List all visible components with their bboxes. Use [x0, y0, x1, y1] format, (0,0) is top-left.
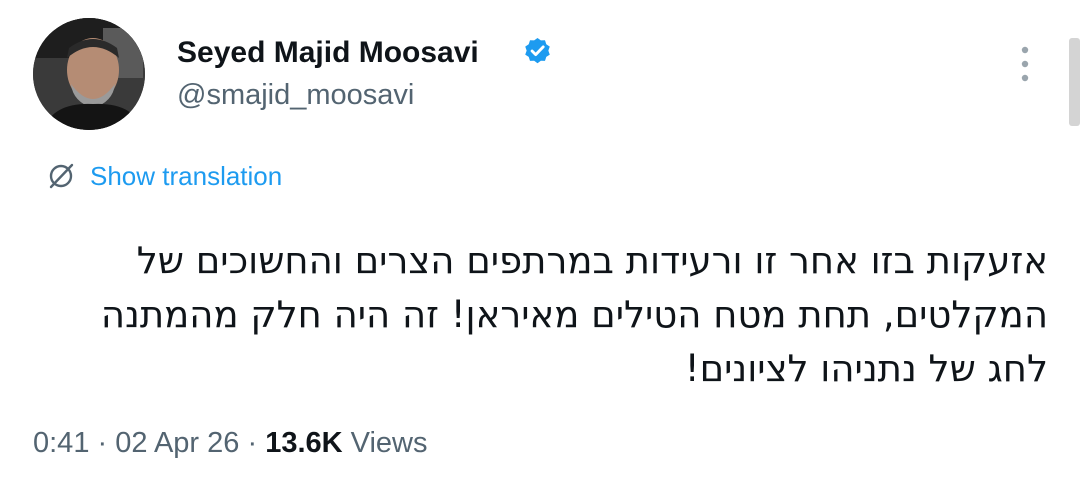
scrollbar[interactable]: [1069, 38, 1080, 126]
show-translation-button[interactable]: Show translation: [46, 159, 282, 193]
display-name[interactable]: Seyed Majid Moosavi: [177, 36, 479, 70]
tweet-text: אזעקות בזו אחר זו ורעידות במרתפים הצרים …: [40, 234, 1048, 396]
avatar[interactable]: [33, 18, 145, 130]
show-translation-label: Show translation: [90, 160, 283, 191]
tweet-time[interactable]: 0:41: [33, 427, 89, 459]
views-label: Views: [350, 427, 428, 459]
avatar-image: [33, 18, 145, 130]
tweet-card: Seyed Majid Moosavi @smajid_moosavi Show…: [0, 0, 1080, 485]
verified-badge-icon: [525, 37, 550, 64]
meta-separator: ·: [97, 427, 108, 459]
views-count: 13.6K: [265, 427, 343, 459]
meta-separator: ·: [247, 427, 258, 459]
user-handle[interactable]: @smajid_moosavi: [177, 78, 414, 112]
translate-icon: [49, 163, 74, 189]
tweet-date[interactable]: 02 Apr 26: [115, 427, 239, 459]
tweet-text-line: לחג של נתניהו לציונים!: [684, 347, 1048, 390]
more-options-icon[interactable]: [1010, 40, 1040, 90]
tweet-text-line: המקלטים, תחת מטח הטילים מאיראן! זה היה ח…: [100, 293, 1048, 336]
tweet-text-line: אזעקות בזו אחר זו ורעידות במרתפים הצרים …: [136, 239, 1048, 282]
tweet-meta: 0:41 · 02 Apr 26 · 13.6K Views: [33, 425, 428, 461]
